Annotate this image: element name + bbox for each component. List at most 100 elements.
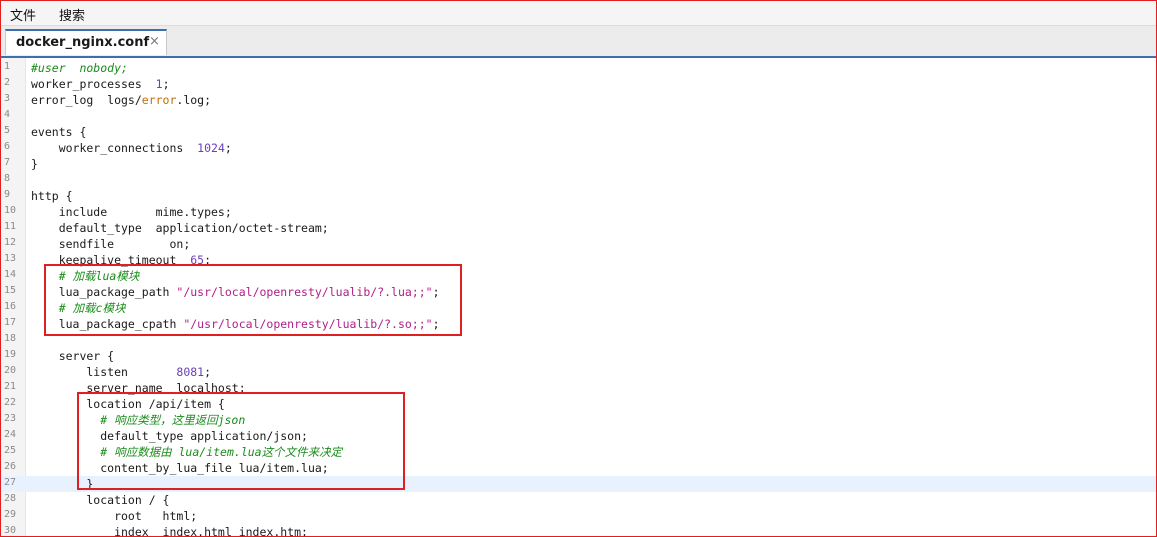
code-text: # 响应类型，这里返回json [31, 412, 245, 428]
code-text: http { [31, 188, 73, 204]
code-line[interactable]: 9 http { [1, 188, 1156, 204]
code-text: location /api/item { [31, 396, 225, 412]
code-text: include mime.types; [31, 204, 232, 220]
code-line[interactable]: 5 events { [1, 124, 1156, 140]
code-line[interactable]: 1 #user nobody; [1, 60, 1156, 76]
line-number: 15 [4, 285, 17, 296]
code-line[interactable]: 12 sendfile on; [1, 236, 1156, 252]
code-token: default_type application/octet-stream; [31, 221, 329, 235]
code-token: error [141, 93, 177, 107]
code-token: ; [432, 317, 440, 331]
line-number: 26 [4, 461, 17, 472]
code-token: http { [31, 189, 73, 203]
menu-bar: 文件 搜索 [1, 1, 1156, 26]
window-frame: 文件 搜索 docker_nginx.conf × 1 #user nobody;… [0, 0, 1157, 537]
code-token: } [31, 477, 94, 491]
code-line[interactable]: 29 root html; [1, 508, 1156, 524]
code-token: error_log logs/ [31, 93, 142, 107]
code-token: ; [432, 285, 440, 299]
code-token: ; [204, 253, 212, 267]
code-line[interactable]: 8 [1, 172, 1156, 188]
line-number: 10 [4, 205, 17, 216]
code-token: index index.html index.htm; [31, 525, 308, 536]
code-line[interactable]: 14 # 加载lua模块 [1, 268, 1156, 284]
code-line[interactable]: 27 } [1, 476, 1156, 492]
code-line[interactable]: 16 # 加载c模块 [1, 300, 1156, 316]
code-text: content_by_lua_file lua/item.lua; [31, 460, 329, 476]
code-token: events { [31, 125, 87, 139]
line-number: 19 [4, 349, 17, 360]
code-text: worker_connections 1024; [31, 140, 232, 156]
code-text: error_log logs/error.log; [31, 92, 211, 108]
line-number: 20 [4, 365, 17, 376]
line-number: 1 [4, 61, 11, 72]
line-number: 29 [4, 509, 17, 520]
code-line[interactable]: 23 # 响应类型，这里返回json [1, 412, 1156, 428]
menu-search[interactable]: 搜索 [59, 5, 85, 24]
code-token: worker_connections [31, 141, 198, 155]
code-editor[interactable]: 1 #user nobody; 2 worker_processes 1; 3 error… [1, 58, 1156, 536]
line-number: 5 [4, 125, 11, 136]
line-number: 11 [4, 221, 17, 232]
code-token: 1024 [197, 141, 225, 155]
code-token: listen [31, 365, 177, 379]
code-line[interactable]: 6 worker_connections 1024; [1, 140, 1156, 156]
code-line[interactable]: 19 server { [1, 348, 1156, 364]
code-line[interactable]: 21 server_name localhost; [1, 380, 1156, 396]
code-token: root html; [31, 509, 198, 523]
code-text: keepalive_timeout 65; [31, 252, 211, 268]
line-number: 4 [4, 109, 11, 120]
code-token: # 加载c模块 [31, 301, 126, 315]
code-token: lua_package_path [31, 285, 177, 299]
code-line[interactable]: 26 content_by_lua_file lua/item.lua; [1, 460, 1156, 476]
code-line[interactable]: 4 [1, 108, 1156, 124]
line-number: 2 [4, 77, 11, 88]
code-line[interactable]: 18 [1, 332, 1156, 348]
tab-docker-nginx-conf[interactable]: docker_nginx.conf × [5, 29, 167, 55]
line-number: 6 [4, 141, 11, 152]
code-line[interactable]: 2 worker_processes 1; [1, 76, 1156, 92]
code-line[interactable]: 20 listen 8081; [1, 364, 1156, 380]
code-line[interactable]: 13 keepalive_timeout 65; [1, 252, 1156, 268]
code-token: "/usr/local/openresty/lualib/?.lua;;" [176, 285, 433, 299]
line-number: 24 [4, 429, 17, 440]
code-token: ; [204, 365, 212, 379]
code-token: 65 [190, 253, 205, 267]
code-text: # 加载c模块 [31, 300, 126, 316]
line-number: 8 [4, 173, 11, 184]
code-token: .log; [176, 93, 212, 107]
code-line[interactable]: 7} [1, 156, 1156, 172]
code-line[interactable]: 28 location / { [1, 492, 1156, 508]
code-text: lua_package_path "/usr/local/openresty/l… [31, 284, 440, 300]
code-line[interactable]: 25 # 响应数据由 lua/item.lua这个文件来决定 [1, 444, 1156, 460]
line-number: 21 [4, 381, 17, 392]
code-line[interactable]: 10 include mime.types; [1, 204, 1156, 220]
code-token: "/usr/local/openresty/lualib/?.so;;" [183, 317, 433, 331]
line-number: 3 [4, 93, 11, 104]
code-line[interactable]: 22 location /api/item { [1, 396, 1156, 412]
code-token: content_by_lua_file lua/item.lua; [31, 461, 329, 475]
line-number: 14 [4, 269, 17, 280]
line-number: 18 [4, 333, 17, 344]
code-line[interactable]: 24 default_type application/json; [1, 428, 1156, 444]
line-number: 25 [4, 445, 17, 456]
code-text: worker_processes 1; [31, 76, 170, 92]
code-token: include mime.types; [31, 205, 232, 219]
code-token: server_name localhost; [31, 381, 246, 395]
line-number: 17 [4, 317, 17, 328]
line-number: 12 [4, 237, 17, 248]
code-line[interactable]: 11 default_type application/octet-stream… [1, 220, 1156, 236]
code-line[interactable]: 15 lua_package_path "/usr/local/openrest… [1, 284, 1156, 300]
close-icon[interactable]: × [149, 34, 160, 49]
code-line[interactable]: 3 error_log logs/error.log; [1, 92, 1156, 108]
code-line[interactable]: 30 index index.html index.htm; [1, 524, 1156, 536]
code-token: # 加载lua模块 [31, 269, 140, 283]
menu-file[interactable]: 文件 [10, 5, 36, 24]
code-token: default_type application/json; [31, 429, 308, 443]
code-text: #user nobody; [31, 60, 128, 76]
code-text: } [31, 156, 38, 172]
line-number: 22 [4, 397, 17, 408]
code-token: lua_package_cpath [31, 317, 184, 331]
code-text: root html; [31, 508, 197, 524]
code-line[interactable]: 17 lua_package_cpath "/usr/local/openres… [1, 316, 1156, 332]
